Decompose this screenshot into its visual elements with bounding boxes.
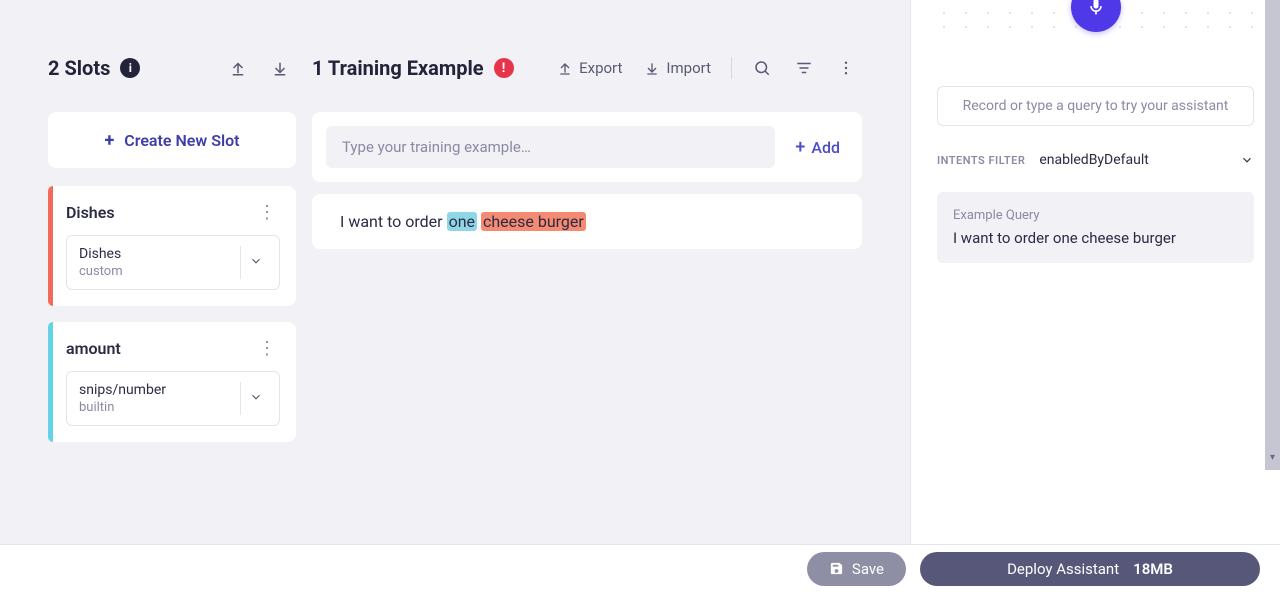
export-button[interactable]: Export xyxy=(551,55,628,81)
slot-type-name: snips/number xyxy=(79,382,230,398)
plus-icon: + xyxy=(104,130,114,151)
slot-type-selector[interactable]: Dishes custom xyxy=(66,235,280,290)
intents-filter-select[interactable]: enabledByDefault xyxy=(1039,152,1254,168)
add-label: Add xyxy=(811,138,840,157)
example-text-prefix: I want to order xyxy=(340,212,447,231)
create-slot-label: Create New Slot xyxy=(124,131,239,150)
slot-color-bar xyxy=(48,322,53,442)
more-icon[interactable]: ⋮ xyxy=(254,338,280,359)
upload-icon[interactable] xyxy=(222,52,254,84)
divider xyxy=(731,57,732,79)
slot-type-kind: custom xyxy=(79,264,230,279)
deploy-label: Deploy Assistant xyxy=(1007,560,1119,578)
assistant-query-input[interactable] xyxy=(937,86,1254,126)
example-highlight-amount[interactable]: one xyxy=(447,212,477,231)
plus-icon: + xyxy=(795,137,805,158)
training-example-input[interactable] xyxy=(326,126,775,168)
slot-card-amount: amount ⋮ snips/number builtin xyxy=(48,322,296,442)
intents-filter-label: INTENTS FILTER xyxy=(937,154,1025,167)
slots-header: 2 Slots i xyxy=(48,52,296,84)
save-button[interactable]: Save xyxy=(807,552,906,586)
example-query-card[interactable]: Example Query I want to order one cheese… xyxy=(937,192,1254,263)
scrollbar[interactable] xyxy=(1265,0,1280,470)
chevron-down-icon xyxy=(1240,153,1254,167)
training-header: 1 Training Example ! Export Import xyxy=(312,52,862,84)
slots-title: 2 Slots xyxy=(48,56,110,80)
training-input-card: + Add xyxy=(312,112,862,182)
slot-type-selector[interactable]: snips/number builtin xyxy=(66,371,280,426)
deploy-assistant-button[interactable]: Deploy Assistant 18MB xyxy=(920,552,1260,586)
slot-card-dishes: Dishes ⋮ Dishes custom xyxy=(48,186,296,306)
example-query-label: Example Query xyxy=(953,208,1238,223)
scrollbar-down-icon[interactable]: ▾ xyxy=(1265,450,1280,464)
chevron-down-icon[interactable] xyxy=(241,389,271,408)
deploy-size: 18MB xyxy=(1133,560,1173,578)
save-label: Save xyxy=(852,560,884,578)
training-title: 1 Training Example xyxy=(312,56,484,80)
create-slot-button[interactable]: + Create New Slot xyxy=(48,112,296,168)
example-query-text: I want to order one cheese burger xyxy=(953,229,1238,247)
info-icon[interactable]: i xyxy=(120,58,140,78)
import-button[interactable]: Import xyxy=(638,55,717,81)
intents-filter-row: INTENTS FILTER enabledByDefault xyxy=(937,152,1254,168)
import-label: Import xyxy=(666,59,711,77)
slot-name: amount xyxy=(66,339,121,358)
footer-bar: Save Deploy Assistant 18MB xyxy=(0,544,1280,592)
chevron-down-icon[interactable] xyxy=(241,253,271,272)
slot-color-bar xyxy=(48,186,53,306)
example-highlight-dish[interactable]: cheese burger xyxy=(481,212,586,231)
search-icon[interactable] xyxy=(746,52,778,84)
more-icon[interactable] xyxy=(830,52,862,84)
sort-icon[interactable] xyxy=(788,52,820,84)
more-icon[interactable]: ⋮ xyxy=(254,202,280,223)
download-icon[interactable] xyxy=(264,52,296,84)
slot-type-kind: builtin xyxy=(79,400,230,415)
export-label: Export xyxy=(579,59,622,77)
slot-type-name: Dishes xyxy=(79,246,230,262)
alert-icon[interactable]: ! xyxy=(494,58,514,78)
intents-filter-value: enabledByDefault xyxy=(1039,152,1149,168)
training-example-row[interactable]: I want to order one cheese burger xyxy=(312,194,862,249)
slot-name: Dishes xyxy=(66,203,115,222)
add-example-button[interactable]: + Add xyxy=(787,137,848,158)
